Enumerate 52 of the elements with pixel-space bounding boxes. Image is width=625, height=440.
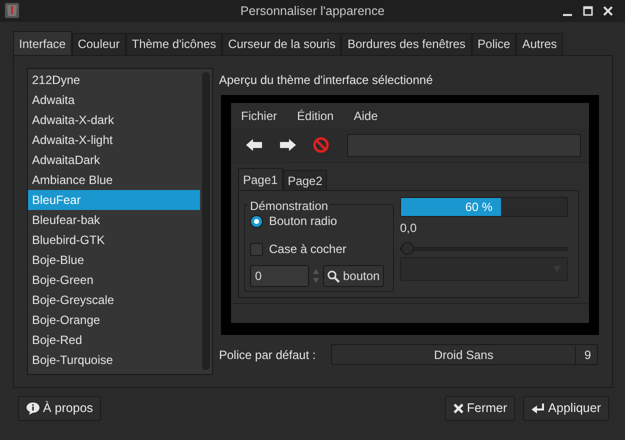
theme-item[interactable]: Bleufear-bak — [28, 210, 200, 230]
close-button[interactable]: Fermer — [444, 396, 516, 421]
search-icon — [327, 270, 340, 282]
tab[interactable]: Couleur — [72, 33, 126, 55]
tab[interactable]: Page2 — [282, 170, 328, 190]
menu-item[interactable]: Fichier — [241, 106, 278, 124]
tab[interactable]: Page1 — [238, 168, 283, 190]
menu-item[interactable]: Édition — [297, 106, 334, 124]
theme-item[interactable]: 212Dyne — [28, 70, 200, 90]
tab[interactable]: Bordures des fenêtres — [341, 33, 472, 55]
theme-item[interactable]: Boje-Greyscale — [28, 290, 200, 310]
tab[interactable]: Curseur de la souris — [222, 33, 342, 55]
preview-heading: Aperçu du thème d'interface sélectionné — [219, 72, 434, 89]
theme-item[interactable]: Adwaita-X-dark — [28, 110, 200, 130]
font-label: Police par défaut : — [219, 346, 317, 364]
close-icon — [452, 403, 464, 414]
spin-field[interactable]: 0 — [250, 265, 309, 287]
slider-value: 0,0 — [400, 220, 418, 237]
address-field[interactable] — [347, 134, 581, 156]
theme-item[interactable]: Boje-Turquoise — [28, 350, 200, 370]
theme-item[interactable]: Boje-Orange — [28, 310, 200, 330]
theme-item[interactable]: Boje-Red — [28, 330, 200, 350]
app-icon — [5, 3, 19, 18]
radio-label: Bouton radio — [269, 213, 338, 230]
theme-item[interactable]: AdwaitaDark — [28, 150, 200, 170]
radio-button[interactable] — [250, 214, 263, 228]
theme-item[interactable]: Boje-Green — [28, 270, 200, 290]
search-button[interactable]: bouton — [323, 265, 384, 287]
close-icon[interactable] — [603, 6, 613, 16]
return-arrow-icon — [531, 403, 546, 414]
tab[interactable]: Thème d'icônes — [126, 33, 222, 55]
stop-icon[interactable] — [313, 137, 329, 153]
tab[interactable]: Autres — [516, 33, 563, 55]
back-arrow-icon[interactable] — [245, 138, 263, 152]
about-button[interactable]: À propos — [18, 396, 102, 421]
theme-item[interactable]: Ambiance Blue — [28, 170, 200, 190]
forward-arrow-icon[interactable] — [279, 138, 297, 152]
tab[interactable]: Interface — [13, 31, 72, 55]
checkbox[interactable] — [250, 242, 263, 256]
info-icon — [26, 402, 40, 415]
theme-item[interactable]: Boje-Blue — [28, 250, 200, 270]
apply-button[interactable]: Appliquer — [523, 396, 609, 421]
progress-bar: 60 % — [401, 198, 501, 216]
theme-item[interactable]: Bluebird-GTK — [28, 230, 200, 250]
tab[interactable]: Police — [472, 33, 516, 55]
theme-item[interactable]: Adwaita — [28, 90, 200, 110]
window-title: Personnaliser l'apparence — [240, 2, 385, 20]
menu-item[interactable]: Aide — [354, 106, 378, 124]
maximize-icon[interactable] — [583, 6, 593, 16]
checkbox-label: Case à cocher — [269, 241, 346, 258]
theme-item[interactable]: Adwaita-X-light — [28, 130, 200, 150]
font-picker[interactable]: Droid Sans 9 — [331, 344, 598, 365]
